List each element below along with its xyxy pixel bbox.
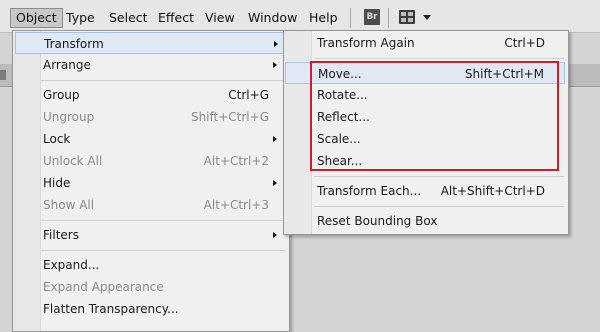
menu-effect[interactable]: Effect bbox=[152, 9, 200, 27]
menu-item-expand[interactable]: Expand... bbox=[15, 254, 285, 276]
menu-item-ungroup[interactable]: Ungroup Shift+Ctrl+G bbox=[15, 106, 285, 128]
menu-item-label: Arrange bbox=[43, 58, 91, 72]
submenu-arrow-icon bbox=[273, 232, 277, 238]
menu-separator bbox=[41, 80, 285, 81]
menu-item-transform-each[interactable]: Transform Each... Alt+Shift+Ctrl+D bbox=[285, 180, 565, 202]
shortcut-label: Ctrl+D bbox=[504, 36, 545, 50]
menu-separator bbox=[41, 250, 285, 251]
object-menu: Transform Arrange Group Ctrl+G Ungroup S… bbox=[12, 30, 290, 332]
menu-item-transform[interactable]: Transform bbox=[15, 32, 285, 54]
menu-item-group[interactable]: Group Ctrl+G bbox=[15, 84, 285, 106]
menu-item-label: Expand... bbox=[43, 258, 100, 272]
highlight-annotation-box bbox=[310, 61, 559, 171]
menu-item-label: Show All bbox=[43, 198, 95, 212]
menu-item-label: Group bbox=[43, 88, 80, 102]
menu-bar: Object Type Select Effect View Window He… bbox=[0, 0, 600, 33]
menu-item-flatten-transparency[interactable]: Flatten Transparency... bbox=[15, 298, 285, 320]
menu-separator bbox=[314, 206, 564, 207]
caret-down-icon[interactable] bbox=[423, 15, 431, 20]
menu-item-label: Transform bbox=[44, 37, 104, 51]
menu-help[interactable]: Help bbox=[303, 9, 344, 27]
menu-separator bbox=[314, 176, 564, 177]
menu-object[interactable]: Object bbox=[10, 8, 63, 28]
shortcut-label: Shift+Ctrl+G bbox=[190, 110, 269, 124]
submenu-arrow-icon bbox=[274, 41, 278, 47]
menu-item-show-all[interactable]: Show All Alt+Ctrl+3 bbox=[15, 194, 285, 216]
submenu-arrow-icon bbox=[273, 62, 277, 68]
submenu-arrow-icon bbox=[273, 136, 277, 142]
menu-item-transform-again[interactable]: Transform Again Ctrl+D bbox=[285, 32, 565, 54]
shortcut-label: Alt+Ctrl+3 bbox=[203, 198, 269, 212]
menu-item-label: Filters bbox=[43, 228, 79, 242]
menu-item-arrange[interactable]: Arrange bbox=[15, 54, 285, 76]
menu-type[interactable]: Type bbox=[60, 9, 101, 27]
menu-view[interactable]: View bbox=[199, 9, 241, 27]
menu-item-filters[interactable]: Filters bbox=[15, 224, 285, 246]
menu-item-label: Expand Appearance bbox=[43, 280, 164, 294]
menu-item-label: Flatten Transparency... bbox=[43, 302, 179, 316]
arrange-documents-icon[interactable] bbox=[399, 10, 415, 24]
menu-item-label: Transform Again bbox=[317, 36, 415, 50]
menu-item-reset-bounding-box[interactable]: Reset Bounding Box bbox=[285, 210, 565, 232]
menu-select[interactable]: Select bbox=[103, 9, 154, 27]
menu-window[interactable]: Window bbox=[242, 9, 303, 27]
menu-item-unlock-all[interactable]: Unlock All Alt+Ctrl+2 bbox=[15, 150, 285, 172]
shortcut-label: Alt+Shift+Ctrl+D bbox=[440, 184, 545, 198]
menu-item-lock[interactable]: Lock bbox=[15, 128, 285, 150]
menu-item-label: Lock bbox=[43, 132, 71, 146]
shortcut-label: Ctrl+G bbox=[228, 88, 269, 102]
tab-grip bbox=[0, 70, 6, 80]
submenu-arrow-icon bbox=[273, 180, 277, 186]
menu-item-label: Unlock All bbox=[43, 154, 103, 168]
menu-item-expand-appearance[interactable]: Expand Appearance bbox=[15, 276, 285, 298]
menu-item-label: Reset Bounding Box bbox=[317, 214, 438, 228]
menu-item-label: Hide bbox=[43, 176, 71, 190]
menu-item-label: Ungroup bbox=[43, 110, 95, 124]
menu-separator bbox=[388, 8, 389, 28]
menu-separator bbox=[314, 58, 564, 59]
menu-item-label: Transform Each... bbox=[317, 184, 422, 198]
menu-separator bbox=[41, 220, 285, 221]
bridge-icon[interactable]: Br bbox=[364, 9, 380, 25]
shortcut-label: Alt+Ctrl+2 bbox=[203, 154, 269, 168]
menu-item-hide[interactable]: Hide bbox=[15, 172, 285, 194]
menu-separator bbox=[350, 8, 351, 28]
